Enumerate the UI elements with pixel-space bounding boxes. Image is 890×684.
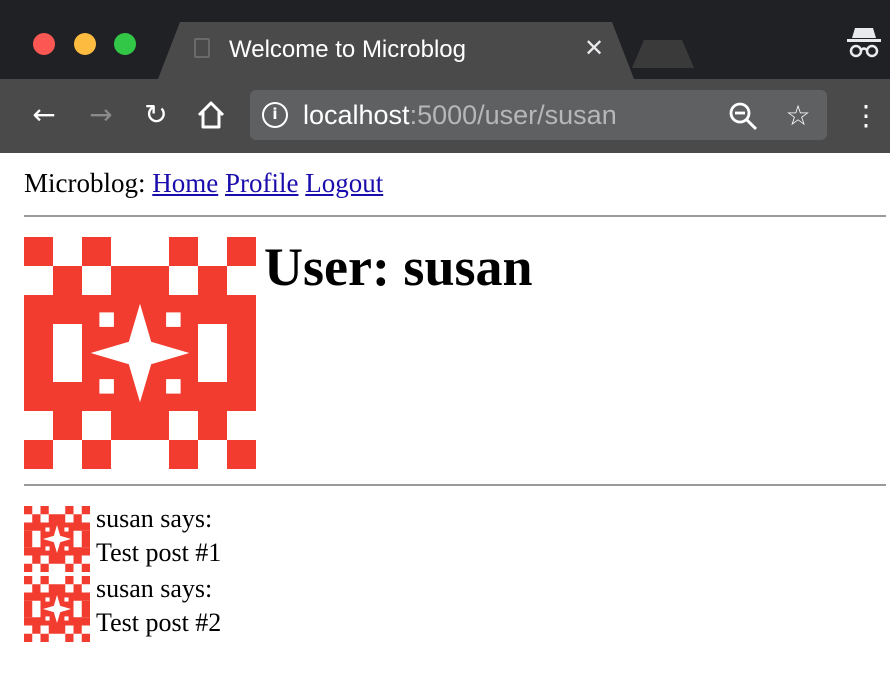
post-author-avatar — [24, 576, 90, 642]
divider — [24, 215, 886, 217]
url-path: :5000/user/susan — [409, 100, 617, 130]
post-body: Test post #1 — [96, 538, 222, 567]
back-icon[interactable]: ← — [27, 98, 61, 132]
post-item: susan says: Test post #1 — [24, 504, 424, 572]
user-avatar — [24, 237, 256, 469]
bookmark-star-icon[interactable]: ☆ — [781, 99, 815, 133]
nav-link-profile[interactable]: Profile — [225, 168, 299, 198]
tab-close-icon[interactable]: ✕ — [580, 34, 608, 62]
site-brand: Microblog: — [24, 168, 146, 198]
info-icon[interactable]: i — [262, 102, 288, 128]
post-body: Test post #2 — [96, 608, 222, 637]
post-author: susan says: — [96, 504, 213, 533]
tab-title: Welcome to Microblog — [229, 36, 466, 63]
post-author: susan says: — [96, 574, 213, 603]
page-title: User: susan — [264, 237, 533, 297]
post-author-avatar — [24, 506, 90, 572]
zoom-out-icon[interactable] — [728, 101, 758, 131]
forward-icon[interactable]: → — [84, 98, 118, 132]
home-icon[interactable] — [194, 98, 228, 132]
incognito-icon[interactable] — [846, 24, 882, 60]
maximize-window-button[interactable] — [114, 33, 136, 55]
site-nav: Microblog: Home Profile Logout — [24, 168, 383, 199]
url-text[interactable]: localhost:5000/user/susan — [303, 100, 617, 131]
nav-link-home[interactable]: Home — [152, 168, 218, 198]
url-host: localhost — [303, 100, 410, 130]
menu-icon[interactable]: ⋮ — [852, 98, 880, 134]
post-item: susan says: Test post #2 — [24, 574, 424, 642]
reload-icon[interactable]: ↻ — [139, 98, 173, 132]
nav-link-logout[interactable]: Logout — [305, 168, 383, 198]
divider — [24, 484, 886, 486]
page-favicon-icon — [194, 38, 210, 58]
close-window-button[interactable] — [33, 33, 55, 55]
minimize-window-button[interactable] — [74, 33, 96, 55]
